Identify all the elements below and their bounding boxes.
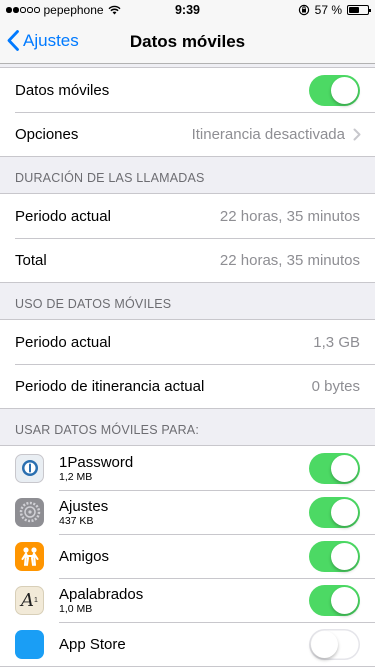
app-name: Amigos xyxy=(59,547,110,565)
call-duration-current-value: 22 horas, 35 minutos xyxy=(219,207,360,225)
call-duration-total-row: Total 22 horas, 35 minutos xyxy=(0,238,375,282)
friends-icon xyxy=(15,541,44,571)
app-size: 437 KB xyxy=(59,514,94,527)
data-usage-header: USO DE DATOS MÓVILES xyxy=(15,297,172,311)
call-duration-current-row: Periodo actual 22 horas, 35 minutos xyxy=(0,194,375,238)
apalabrados-icon: A1 xyxy=(15,585,44,615)
page-title: Datos móviles xyxy=(129,32,246,51)
settings-content: Datos móviles Opciones Itinerancia desac… xyxy=(0,64,375,667)
apps-group: 1Password 1,2 MB Ajustes 437 KB Amigos A… xyxy=(0,445,375,667)
data-usage-current-row: Periodo actual 1,3 GB xyxy=(0,320,375,364)
data-usage-current-label: Periodo actual xyxy=(15,333,111,351)
options-value: Itinerancia desactivada xyxy=(191,125,345,143)
data-usage-group: Periodo actual 1,3 GB Periodo de itinera… xyxy=(0,319,375,409)
options-label: Opciones xyxy=(15,125,79,143)
battery-percent: 57 % xyxy=(314,3,342,17)
navigation-bar: Ajustes Datos móviles xyxy=(0,20,375,64)
mobile-data-row: Datos móviles xyxy=(0,68,375,112)
mobile-data-toggle[interactable] xyxy=(309,74,360,106)
settings-gear-icon xyxy=(15,497,44,527)
data-usage-current-value: 1,3 GB xyxy=(313,333,360,351)
battery-icon xyxy=(347,5,371,15)
status-bar: pepephone 9:39 57 % xyxy=(0,0,375,20)
app-size: 1,0 MB xyxy=(59,602,93,615)
app-row-1password: 1Password 1,2 MB xyxy=(0,446,375,490)
app-row-apalabrados: A1 Apalabrados 1,0 MB xyxy=(0,578,375,622)
call-duration-group: Periodo actual 22 horas, 35 minutos Tota… xyxy=(0,193,375,283)
status-right: 57 % xyxy=(298,3,371,17)
data-usage-roaming-value: 0 bytes xyxy=(311,377,360,395)
data-usage-roaming-label: Periodo de itinerancia actual xyxy=(15,377,205,395)
1password-icon xyxy=(15,453,44,483)
mobile-data-label: Datos móviles xyxy=(15,81,110,99)
app-store-icon xyxy=(15,629,44,659)
data-usage-roaming-row: Periodo de itinerancia actual 0 bytes xyxy=(0,364,375,408)
app-toggle-1password[interactable] xyxy=(309,452,360,484)
apps-header: USAR DATOS MÓVILES PARA: xyxy=(15,423,200,437)
chevron-right-icon xyxy=(353,128,361,140)
app-row-app-store: App Store xyxy=(0,622,375,666)
app-name: 1Password xyxy=(59,453,134,471)
app-size: 1,2 MB xyxy=(59,470,93,483)
app-toggle-app-store[interactable] xyxy=(309,628,360,660)
app-row-amigos: Amigos xyxy=(0,534,375,578)
app-toggle-ajustes[interactable] xyxy=(309,496,360,528)
app-toggle-amigos[interactable] xyxy=(309,540,360,572)
options-row[interactable]: Opciones Itinerancia desactivada xyxy=(0,112,375,156)
call-duration-total-value: 22 horas, 35 minutos xyxy=(219,251,360,269)
app-name: Ajustes xyxy=(59,497,109,515)
call-duration-header: DURACIÓN DE LAS LLAMADAS xyxy=(15,171,205,185)
call-duration-current-label: Periodo actual xyxy=(15,207,111,225)
app-toggle-apalabrados[interactable] xyxy=(309,584,360,616)
mobile-data-group: Datos móviles Opciones Itinerancia desac… xyxy=(0,67,375,157)
call-duration-total-label: Total xyxy=(15,251,47,269)
app-name: Apalabrados xyxy=(59,585,144,603)
orientation-lock-icon xyxy=(298,4,309,16)
app-name: App Store xyxy=(59,635,126,653)
app-row-ajustes: Ajustes 437 KB xyxy=(0,490,375,534)
